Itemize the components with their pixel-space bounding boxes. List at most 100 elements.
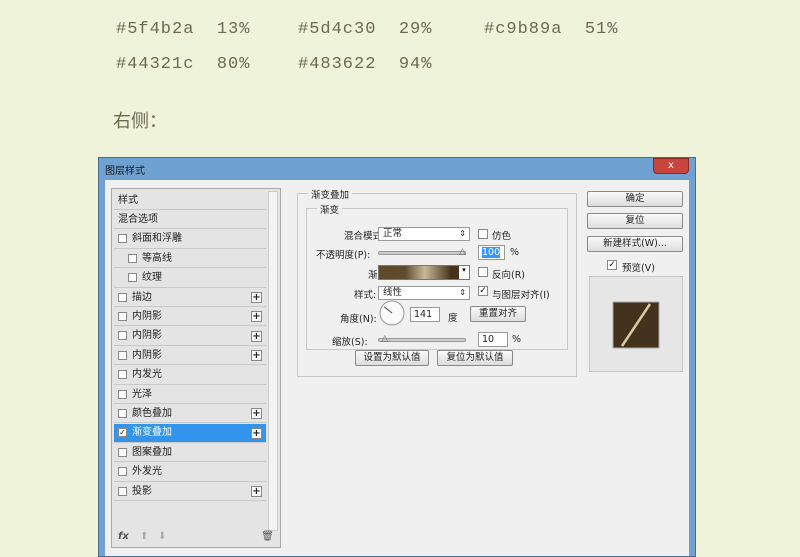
style-item[interactable]: 描边 + xyxy=(114,288,266,307)
opacity-input[interactable]: 100 xyxy=(478,245,505,260)
style-item[interactable]: 内阴影 + xyxy=(114,327,266,346)
style-item[interactable]: 纹理 xyxy=(114,269,266,288)
style-item[interactable]: 外发光 xyxy=(114,463,266,482)
add-icon[interactable]: + xyxy=(251,408,262,420)
style-select[interactable]: 线性 ⇕ xyxy=(378,286,470,300)
style-item[interactable]: 混合选项 xyxy=(114,210,266,230)
angle-input[interactable]: 141 xyxy=(410,307,440,322)
blend-mode-select[interactable]: 正常 ⇕ xyxy=(378,227,470,241)
style-checkbox[interactable] xyxy=(118,486,127,496)
set-default-button[interactable]: 设置为默认值 xyxy=(355,350,429,366)
style-checkbox[interactable] xyxy=(118,370,127,380)
style-checkbox[interactable] xyxy=(118,389,127,399)
style-item-label: 内阴影 xyxy=(132,310,162,322)
right-side-heading: 右侧： xyxy=(113,111,167,132)
align-checkbox[interactable]: ✓ xyxy=(478,286,488,296)
style-item-label: 投影 xyxy=(132,485,152,497)
add-icon[interactable]: + xyxy=(251,486,262,497)
scrollbar[interactable] xyxy=(268,191,278,531)
style-item-label: 样式 xyxy=(118,194,138,206)
scale-slider[interactable]: △ xyxy=(378,334,466,344)
angle-label: 角度(N): xyxy=(340,314,377,325)
angle-dial[interactable] xyxy=(379,300,405,326)
style-item-label: 内发光 xyxy=(132,369,162,381)
style-item[interactable]: 斜面和浮雕 xyxy=(114,230,266,249)
align-label: 与图层对齐(I) xyxy=(492,290,550,301)
dialog-title: 图层样式 xyxy=(105,166,145,177)
reverse-label: 反向(R) xyxy=(492,270,526,281)
reset-default-button[interactable]: 复位为默认值 xyxy=(437,350,513,366)
style-item-label: 外发光 xyxy=(132,466,162,478)
group-title: 渐变叠加 xyxy=(308,187,353,201)
style-checkbox[interactable] xyxy=(118,467,127,477)
scale-input[interactable]: 10 xyxy=(478,332,508,347)
style-label: 样式: xyxy=(354,290,377,301)
dither-label: 仿色 xyxy=(492,231,512,242)
styles-list: 样式 混合选项 斜面和浮雕 等高线 纹理 描边 + 内阴影 + 内阴影 + 内阴影 + 内发光 光泽 颜色叠加… xyxy=(111,188,281,548)
style-item[interactable]: 光泽 xyxy=(114,385,266,404)
chevron-down-icon[interactable]: ▾ xyxy=(459,266,469,279)
style-item[interactable]: ✓ 渐变叠加 + xyxy=(114,423,266,443)
style-item-label: 渐变叠加 xyxy=(132,427,172,439)
add-icon[interactable]: + xyxy=(251,350,262,362)
style-checkbox[interactable] xyxy=(128,253,137,263)
style-item[interactable]: 内发光 xyxy=(114,366,266,385)
style-item-label: 描边 xyxy=(132,291,152,303)
close-button[interactable]: x xyxy=(653,158,689,174)
style-checkbox[interactable] xyxy=(118,292,127,302)
style-item[interactable]: 图案叠加 xyxy=(114,443,266,463)
slider-knob[interactable]: △ xyxy=(381,334,388,344)
reverse-checkbox[interactable] xyxy=(478,267,488,277)
style-checkbox[interactable] xyxy=(118,311,127,321)
style-item-label: 纹理 xyxy=(142,272,162,284)
scale-label: 缩放(S): xyxy=(332,337,368,348)
layer-style-dialog: 图层样式 x 样式 混合选项 斜面和浮雕 等高线 纹理 描边 + 内阴影 + 内阴影 + 内阴影 + 内发… xyxy=(98,157,696,557)
move-up-icon[interactable]: ⬆ xyxy=(140,531,148,542)
style-checkbox[interactable] xyxy=(118,408,127,418)
dither-checkbox[interactable] xyxy=(478,229,488,239)
percent-sign: % xyxy=(512,334,522,345)
color-stop-2: #5d4c30 29% xyxy=(298,20,433,39)
style-checkbox[interactable] xyxy=(128,273,137,283)
style-item[interactable]: 投影 + xyxy=(114,482,266,501)
opacity-slider[interactable]: △ xyxy=(378,247,466,257)
style-checkbox[interactable] xyxy=(118,331,127,341)
style-item[interactable]: 等高线 xyxy=(114,249,266,269)
gradient-picker[interactable]: ▾ xyxy=(378,265,470,280)
add-icon[interactable]: + xyxy=(251,330,262,342)
slider-knob[interactable]: △ xyxy=(459,247,466,257)
style-item[interactable]: 内阴影 + xyxy=(114,346,266,366)
style-item-label: 图案叠加 xyxy=(132,446,172,458)
style-item[interactable]: 内阴影 + xyxy=(114,307,266,327)
color-stop-4: #44321c 80% xyxy=(116,55,251,74)
style-item[interactable]: 颜色叠加 + xyxy=(114,404,266,424)
style-checkbox[interactable]: ✓ xyxy=(118,428,127,438)
color-stop-5: #483622 94% xyxy=(298,55,433,74)
preview-swatch xyxy=(612,301,660,349)
degree-label: 度 xyxy=(448,313,458,324)
add-icon[interactable]: + xyxy=(251,311,262,323)
subgroup-title: 渐变 xyxy=(317,202,343,216)
style-item-label: 颜色叠加 xyxy=(132,407,172,419)
add-icon[interactable]: + xyxy=(251,427,262,439)
preview-checkbox[interactable]: ✓ xyxy=(607,260,617,270)
percent-sign: % xyxy=(510,247,520,258)
style-item[interactable]: 样式 xyxy=(114,191,266,210)
opacity-label: 不透明度(P): xyxy=(316,250,371,261)
style-checkbox[interactable] xyxy=(118,234,127,244)
reset-button[interactable]: 复位 xyxy=(587,213,683,229)
reset-align-button[interactable]: 重置对齐 xyxy=(470,306,526,322)
style-checkbox[interactable] xyxy=(118,447,127,457)
style-item-label: 等高线 xyxy=(142,252,172,264)
preview-box xyxy=(589,276,683,372)
trash-icon[interactable]: 🗑 xyxy=(261,531,274,542)
new-style-button[interactable]: 新建样式(W)... xyxy=(587,236,683,252)
style-item-label: 内阴影 xyxy=(132,349,162,361)
style-checkbox[interactable] xyxy=(118,350,127,360)
add-icon[interactable]: + xyxy=(251,292,262,303)
fx-icon[interactable]: fx xyxy=(118,531,129,542)
color-stop-1: #5f4b2a 13% xyxy=(116,20,251,39)
preview-label: 预览(V) xyxy=(622,263,655,274)
ok-button[interactable]: 确定 xyxy=(587,191,683,207)
move-down-icon[interactable]: ⬇ xyxy=(158,531,166,542)
